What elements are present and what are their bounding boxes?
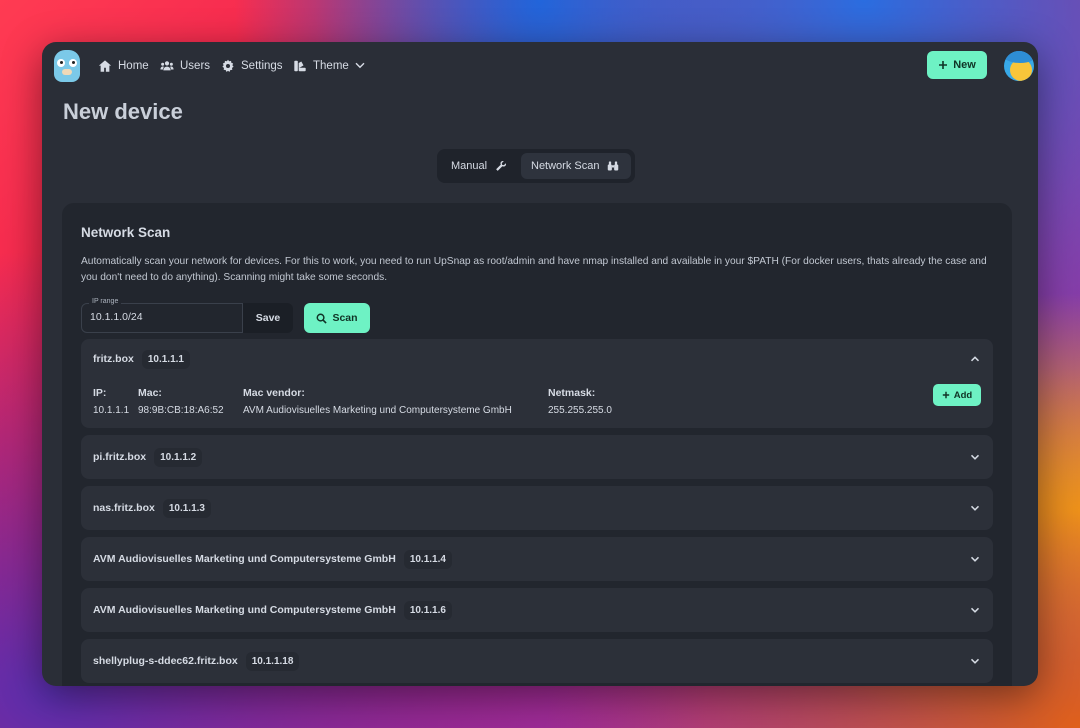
tab-manual[interactable]: Manual: [441, 153, 519, 179]
detail-netmask: Netmask: 255.255.255.0: [548, 387, 612, 416]
search-icon: [316, 313, 328, 324]
binoculars-icon: [607, 160, 619, 172]
nav-home-label: Home: [118, 60, 149, 72]
nav-theme[interactable]: Theme: [293, 56, 368, 76]
nav-users-label: Users: [180, 60, 211, 72]
nav-home[interactable]: Home: [98, 56, 149, 76]
detail-netmask-label: Netmask:: [548, 387, 596, 399]
tab-network-scan-label: Network Scan: [531, 160, 600, 172]
device-name: pi.fritz.box: [93, 451, 147, 463]
nav-theme-label: Theme: [313, 60, 349, 72]
tab-manual-label: Manual: [451, 160, 488, 172]
plus-icon: [942, 391, 949, 399]
detail-vendor-label: Mac vendor:: [243, 387, 305, 399]
gear-icon: [221, 59, 235, 73]
device-row-header[interactable]: AVM Audiovisuelles Marketing und Compute…: [81, 588, 993, 632]
device-name: shellyplug-s-ddec62.fritz.box: [93, 655, 238, 667]
device-ip-badge: 10.1.1.2: [154, 447, 203, 467]
tab-network-scan[interactable]: Network Scan: [521, 153, 631, 179]
detail-netmask-value: 255.255.255.0: [548, 405, 612, 416]
device-row: fritz.box 10.1.1.1 IP: 10.1.1.1 Mac: 98:…: [81, 339, 993, 428]
ip-range-input[interactable]: [90, 311, 236, 323]
device-ip-badge: 10.1.1.18: [245, 651, 300, 671]
device-name: fritz.box: [93, 353, 134, 365]
device-row[interactable]: AVM Audiovisuelles Marketing und Compute…: [81, 588, 993, 632]
device-row[interactable]: AVM Audiovisuelles Marketing und Compute…: [81, 537, 993, 581]
save-ip-range-button[interactable]: Save: [243, 303, 293, 333]
detail-ip: IP: 10.1.1.1: [93, 387, 129, 416]
device-row[interactable]: pi.fritz.box 10.1.1.2: [81, 435, 993, 479]
chevron-down-icon[interactable]: [969, 451, 981, 463]
device-row-header[interactable]: pi.fritz.box 10.1.1.2: [81, 435, 993, 479]
network-scan-title: Network Scan: [81, 225, 171, 240]
home-icon: [98, 59, 112, 73]
new-device-button[interactable]: New: [927, 51, 987, 79]
upsnap-logo[interactable]: [54, 50, 80, 82]
detail-mac: Mac: 98:9B:CB:18:A6:52: [138, 387, 224, 416]
chevron-down-icon[interactable]: [969, 604, 981, 616]
users-icon: [160, 59, 174, 73]
detail-ip-label: IP:: [93, 387, 107, 399]
detail-mac-label: Mac:: [138, 387, 162, 399]
device-name: nas.fritz.box: [93, 502, 155, 514]
device-ip-badge: 10.1.1.4: [403, 549, 452, 569]
device-row-header[interactable]: nas.fritz.box 10.1.1.3: [81, 486, 993, 530]
ip-range-field: IP range: [81, 298, 243, 333]
scan-button-label: Scan: [332, 312, 358, 324]
detail-vendor: Mac vendor: AVM Audiovisuelles Marketing…: [243, 387, 512, 416]
device-row[interactable]: nas.fritz.box 10.1.1.3: [81, 486, 993, 530]
detail-ip-value: 10.1.1.1: [93, 405, 130, 416]
plus-icon: [939, 61, 948, 69]
device-row-header[interactable]: fritz.box 10.1.1.1: [81, 339, 993, 379]
chevron-down-icon[interactable]: [969, 502, 981, 514]
device-ip-badge: 10.1.1.6: [403, 600, 452, 620]
device-row-header[interactable]: shellyplug-s-ddec62.fritz.box 10.1.1.18: [81, 639, 993, 683]
ip-range-label: IP range: [89, 298, 122, 305]
network-scan-card: Network Scan Automatically scan your net…: [62, 203, 1012, 686]
detail-mac-value: 98:9B:CB:18:A6:52: [138, 405, 224, 416]
chevron-up-icon[interactable]: [969, 353, 981, 365]
device-row[interactable]: shellyplug-s-ddec62.fritz.box 10.1.1.18: [81, 639, 993, 683]
mode-tabs: Manual Network Scan: [437, 149, 635, 183]
chevron-down-icon[interactable]: [969, 655, 981, 667]
device-ip-badge: 10.1.1.1: [141, 349, 190, 369]
device-row-header[interactable]: AVM Audiovisuelles Marketing und Compute…: [81, 537, 993, 581]
chevron-down-icon[interactable]: [969, 553, 981, 565]
network-scan-description: Automatically scan your network for devi…: [81, 256, 987, 283]
nav-users[interactable]: Users: [160, 56, 210, 76]
chevron-down-icon: [354, 59, 368, 73]
navbar: Home Users Settings Theme New: [42, 42, 1038, 90]
new-button-label: New: [953, 59, 976, 71]
add-button-label: Add: [953, 389, 973, 401]
detail-vendor-value: AVM Audiovisuelles Marketing und Compute…: [243, 405, 512, 416]
device-name: AVM Audiovisuelles Marketing und Compute…: [93, 604, 396, 616]
palette-icon: [293, 59, 307, 73]
wrench-icon: [495, 160, 507, 172]
device-ip-badge: 10.1.1.3: [162, 498, 211, 518]
page-title: New device: [63, 99, 183, 124]
device-name: AVM Audiovisuelles Marketing und Compute…: [93, 553, 396, 565]
app-window: Home Users Settings Theme New New device…: [42, 42, 1038, 686]
add-device-button[interactable]: Add: [933, 384, 981, 406]
nav-settings[interactable]: Settings: [221, 56, 283, 76]
nav-settings-label: Settings: [241, 60, 283, 72]
scan-button[interactable]: Scan: [304, 303, 370, 333]
user-avatar[interactable]: [1004, 51, 1034, 81]
